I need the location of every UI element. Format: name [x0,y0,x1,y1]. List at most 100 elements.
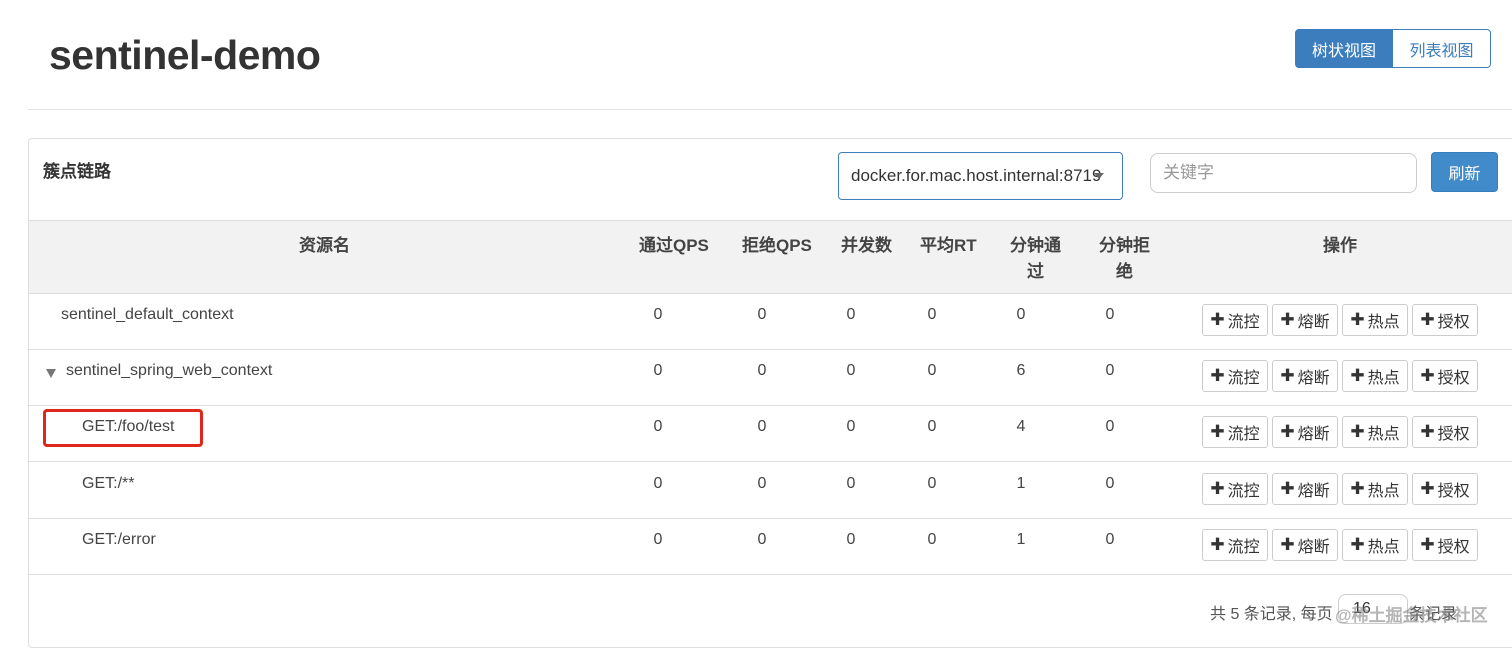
authority-button[interactable]: ✚ 授权 [1412,360,1478,393]
col-min-pass-line2: 过 [1027,262,1044,281]
plus-icon: ✚ [1420,310,1435,329]
plus-icon: ✚ [1210,478,1225,498]
col-min-pass-line1: 分钟通 [1010,236,1061,255]
plus-icon: ✚ [1210,310,1225,329]
col-concurrency-header: 并发数 [841,236,892,255]
flow-control-button-label: 流控 [1227,370,1260,388]
flow-control-button[interactable]: ✚ 流控 [1202,472,1268,505]
degrade-button[interactable]: ✚ 熔断 [1272,416,1338,449]
authority-button[interactable]: ✚ 授权 [1412,304,1478,336]
min-block-value: 0 [1105,474,1115,492]
avg-rt-value: 0 [927,530,937,548]
table-row: GET:/** 0 0 0 0 1 0 ✚ 流控 ✚ 熔断 ✚ 热点 ✚ 授权 [29,463,1512,519]
col-block-qps-header: 拒绝QPS [742,236,812,255]
flow-control-button-label: 流控 [1227,314,1260,331]
divider [28,109,1512,110]
resource-name: sentinel_spring_web_context [66,362,273,380]
page-title: sentinel-demo [49,32,321,78]
plus-icon: ✚ [1280,422,1295,442]
degrade-button-label: 熔断 [1297,426,1330,444]
col-min-block-line1: 分钟拒 [1099,236,1150,255]
block-qps-value: 0 [757,530,767,548]
flow-control-button[interactable]: ✚ 流控 [1202,416,1268,449]
flow-control-button-label: 流控 [1227,426,1260,444]
keyword-search-input[interactable] [1150,153,1417,193]
plus-icon: ✚ [1350,422,1365,442]
resource-name: GET:/foo/test [82,418,175,436]
table-header: 资源名 通过QPS 拒绝QPS 并发数 平均RT 分钟通 过 分钟拒 绝 操作 [29,220,1512,294]
pass-qps-value: 0 [653,530,663,548]
row-actions: ✚ 流控 ✚ 熔断 ✚ 热点 ✚ 授权 [1202,528,1478,561]
flow-control-button[interactable]: ✚ 流控 [1202,360,1268,393]
caret-down-icon [1094,173,1104,179]
hotspot-button[interactable]: ✚ 热点 [1342,416,1408,449]
col-resource-header: 资源名 [299,236,350,255]
refresh-button[interactable]: 刷新 [1431,152,1498,192]
hotspot-button[interactable]: ✚ 热点 [1342,304,1408,336]
row-actions: ✚ 流控 ✚ 熔断 ✚ 热点 ✚ 授权 [1202,304,1478,336]
degrade-button[interactable]: ✚ 熔断 [1272,304,1338,336]
col-min-block-line2: 绝 [1116,262,1133,281]
avg-rt-value: 0 [927,474,937,492]
hotspot-button[interactable]: ✚ 热点 [1342,528,1408,561]
tree-view-button[interactable]: 树状视图 [1295,29,1393,68]
degrade-button-label: 熔断 [1297,314,1330,331]
hotspot-button-label: 热点 [1367,314,1400,331]
flow-control-button[interactable]: ✚ 流控 [1202,304,1268,336]
resource-name: GET:/error [82,530,156,548]
plus-icon: ✚ [1420,534,1435,554]
degrade-button-label: 熔断 [1297,482,1330,500]
machine-select[interactable]: docker.for.mac.host.internal:8719 [838,152,1123,200]
plus-icon: ✚ [1350,366,1365,386]
flow-control-button[interactable]: ✚ 流控 [1202,528,1268,561]
degrade-button[interactable]: ✚ 熔断 [1272,528,1338,561]
flow-control-button-label: 流控 [1227,538,1260,556]
pass-qps-value: 0 [653,474,663,492]
authority-button-label: 授权 [1437,538,1470,556]
plus-icon: ✚ [1280,310,1295,329]
machine-select-value: docker.for.mac.host.internal:8719 [851,166,1102,185]
hotspot-button-label: 热点 [1367,538,1400,556]
panel-title: 簇点链路 [43,162,111,181]
collapse-arrow-icon[interactable] [46,369,56,379]
authority-button[interactable]: ✚ 授权 [1412,528,1478,561]
authority-button[interactable]: ✚ 授权 [1412,416,1478,449]
col-ops-header: 操作 [1323,236,1357,255]
authority-button[interactable]: ✚ 授权 [1412,472,1478,505]
row-actions: ✚ 流控 ✚ 熔断 ✚ 热点 ✚ 授权 [1202,416,1478,449]
min-pass-value: 1 [1016,474,1026,492]
authority-button-label: 授权 [1437,426,1470,444]
authority-button-label: 授权 [1437,482,1470,500]
min-block-value: 0 [1105,530,1115,548]
row-actions: ✚ 流控 ✚ 熔断 ✚ 热点 ✚ 授权 [1202,472,1478,505]
block-qps-value: 0 [757,418,767,436]
min-pass-value: 4 [1016,418,1026,436]
min-pass-value: 1 [1016,530,1026,548]
resource-panel: 簇点链路 docker.for.mac.host.internal:8719 刷… [28,138,1512,648]
block-qps-value: 0 [757,306,767,323]
hotspot-button[interactable]: ✚ 热点 [1342,360,1408,393]
plus-icon: ✚ [1350,310,1365,329]
pagination-summary: 共 5 条记录, 每页 [1210,606,1333,623]
table-row: sentinel_default_context 0 0 0 0 0 0 ✚ 流控 ✚ 熔断 ✚ 热点 ✚… [29,294,1512,350]
list-view-button[interactable]: 列表视图 [1393,29,1491,68]
flow-control-button-label: 流控 [1227,482,1260,500]
concurrency-value: 0 [846,530,856,548]
plus-icon: ✚ [1210,366,1225,386]
concurrency-value: 0 [846,418,856,436]
plus-icon: ✚ [1420,478,1435,498]
plus-icon: ✚ [1350,534,1365,554]
avg-rt-value: 0 [927,362,937,380]
hotspot-button[interactable]: ✚ 热点 [1342,472,1408,505]
min-pass-value: 0 [1016,306,1026,323]
col-min-block-header: 分钟拒 绝 [1099,233,1150,285]
pass-qps-value: 0 [653,418,663,436]
degrade-button[interactable]: ✚ 熔断 [1272,472,1338,505]
degrade-button[interactable]: ✚ 熔断 [1272,360,1338,393]
plus-icon: ✚ [1210,422,1225,442]
avg-rt-value: 0 [927,306,937,323]
concurrency-value: 0 [846,362,856,380]
row-actions: ✚ 流控 ✚ 熔断 ✚ 热点 ✚ 授权 [1202,360,1478,393]
plus-icon: ✚ [1280,534,1295,554]
block-qps-value: 0 [757,362,767,380]
